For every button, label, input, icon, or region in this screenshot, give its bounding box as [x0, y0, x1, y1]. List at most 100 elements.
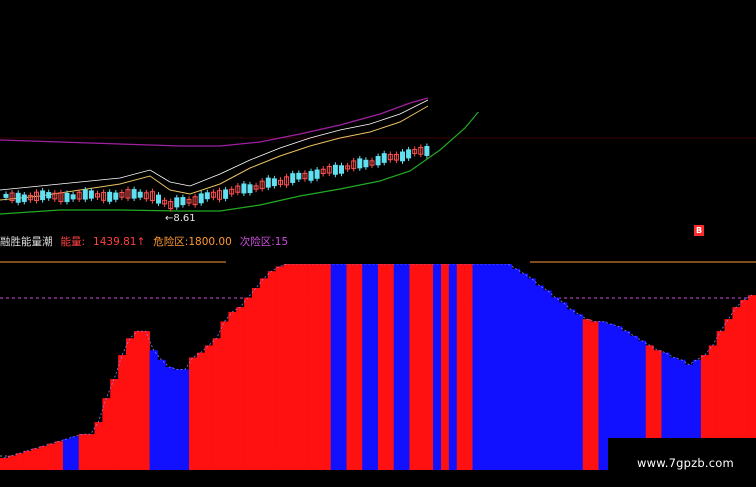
- energy-bar: [338, 264, 347, 470]
- candle-body: [223, 189, 229, 199]
- candle-body: [265, 177, 271, 188]
- energy-bar: [378, 264, 387, 470]
- energy-bar: [346, 264, 355, 470]
- ma-line-yellow: [0, 105, 429, 201]
- candle-body: [113, 192, 119, 200]
- candle-body: [3, 193, 9, 198]
- watermark-text: www.7gpzb.com: [637, 456, 734, 470]
- energy-bar: [283, 264, 292, 470]
- energy-bar: [409, 264, 418, 470]
- energy-bar: [393, 264, 402, 470]
- energy-bar: [157, 359, 166, 470]
- indicator-info-row: 融胜能量潮 能量: 1439.81↑ 危险区:1800.00 次险区:15: [0, 234, 296, 250]
- blank-overlay-top: [428, 0, 756, 112]
- energy-bar: [252, 287, 261, 470]
- energy-bar: [582, 319, 591, 470]
- energy-bar: [574, 314, 584, 470]
- candle-body: [375, 156, 381, 166]
- energy-bar: [70, 436, 80, 470]
- candle-body: [241, 183, 247, 194]
- energy-bar: [23, 450, 32, 470]
- ma-line-white: [0, 99, 429, 191]
- energy-arrow-icon: ↑: [136, 236, 146, 248]
- energy-bar: [425, 264, 434, 470]
- energy-bar: [267, 271, 276, 470]
- energy-bar: [456, 264, 465, 470]
- energy-bar: [299, 264, 308, 470]
- energy-bar: [448, 264, 458, 470]
- candle-body: [290, 173, 296, 183]
- energy-bar: [527, 278, 536, 470]
- energy-bar: [488, 264, 497, 470]
- candle-body: [381, 153, 387, 163]
- energy-bar: [330, 264, 339, 470]
- candle-body: [40, 190, 46, 201]
- candle-body: [198, 193, 204, 204]
- candle-body: [180, 197, 186, 206]
- candle-body: [271, 178, 277, 187]
- energy-bar: [496, 264, 505, 470]
- candle-body: [357, 158, 363, 169]
- energy-bar: [236, 307, 245, 470]
- candle-body: [88, 190, 94, 199]
- energy-bar: [31, 448, 40, 470]
- energy-bar: [551, 297, 560, 470]
- energy-bar: [275, 266, 284, 470]
- energy-bar: [417, 264, 426, 470]
- energy-bar: [433, 264, 442, 470]
- energy-bar: [441, 264, 450, 470]
- energy-bar: [519, 273, 528, 470]
- energy-bar: [55, 441, 64, 470]
- energy-bar: [291, 264, 300, 470]
- second-label: 次险区:: [239, 236, 275, 248]
- energy-bar: [149, 350, 158, 470]
- energy-bar: [204, 345, 213, 470]
- energy-bar: [212, 338, 221, 470]
- energy-bar: [118, 355, 127, 470]
- energy-bar: [590, 321, 599, 470]
- energy-bar: [102, 398, 111, 470]
- energy-bar: [220, 321, 229, 470]
- energy-bar: [354, 264, 363, 470]
- energy-bar: [244, 297, 253, 470]
- chart-window: ←8.61 B 融胜能量潮 能量: 1439.81↑ 危险区:1800.00 次险区:1…: [0, 0, 756, 487]
- energy-bar: [307, 264, 316, 470]
- energy-bar: [559, 302, 568, 470]
- energy-bar: [228, 311, 237, 470]
- watermark: www.7gpzb.com: [608, 438, 756, 487]
- energy-bar: [126, 338, 135, 470]
- upper-band-line: [0, 97, 429, 147]
- candle-body: [332, 164, 338, 175]
- energy-bar: [94, 422, 103, 470]
- candle-body: [424, 145, 430, 156]
- candle-body: [15, 192, 21, 203]
- energy-bar: [259, 278, 269, 470]
- energy-bar: [189, 357, 198, 470]
- energy-bar: [385, 264, 395, 470]
- danger-value: 1800.00: [188, 236, 232, 248]
- candle-body: [70, 194, 76, 200]
- energy-bar: [63, 438, 72, 470]
- energy-bar: [173, 369, 182, 470]
- energy-bar: [370, 264, 379, 470]
- second-value: 15: [274, 236, 289, 248]
- candle-body: [174, 197, 180, 208]
- energy-bar: [315, 264, 324, 470]
- energy-bar: [133, 331, 143, 470]
- energy-bar: [165, 367, 174, 470]
- candle-body: [308, 171, 314, 181]
- candle-body: [339, 165, 344, 174]
- energy-bar: [110, 378, 119, 470]
- energy-bar: [0, 458, 9, 470]
- candle-body: [406, 149, 412, 159]
- price-low-label: ←8.61: [165, 213, 196, 224]
- energy-bar: [511, 268, 521, 470]
- energy-value: 1439.81: [93, 236, 137, 248]
- energy-bar: [15, 453, 24, 470]
- energy-bar: [86, 434, 95, 470]
- indicator-title: 融胜能量潮: [0, 236, 53, 248]
- energy-bar: [504, 264, 513, 470]
- candle-body: [107, 191, 113, 202]
- candle-body: [363, 159, 369, 168]
- signal-marker-b[interactable]: B: [694, 225, 704, 236]
